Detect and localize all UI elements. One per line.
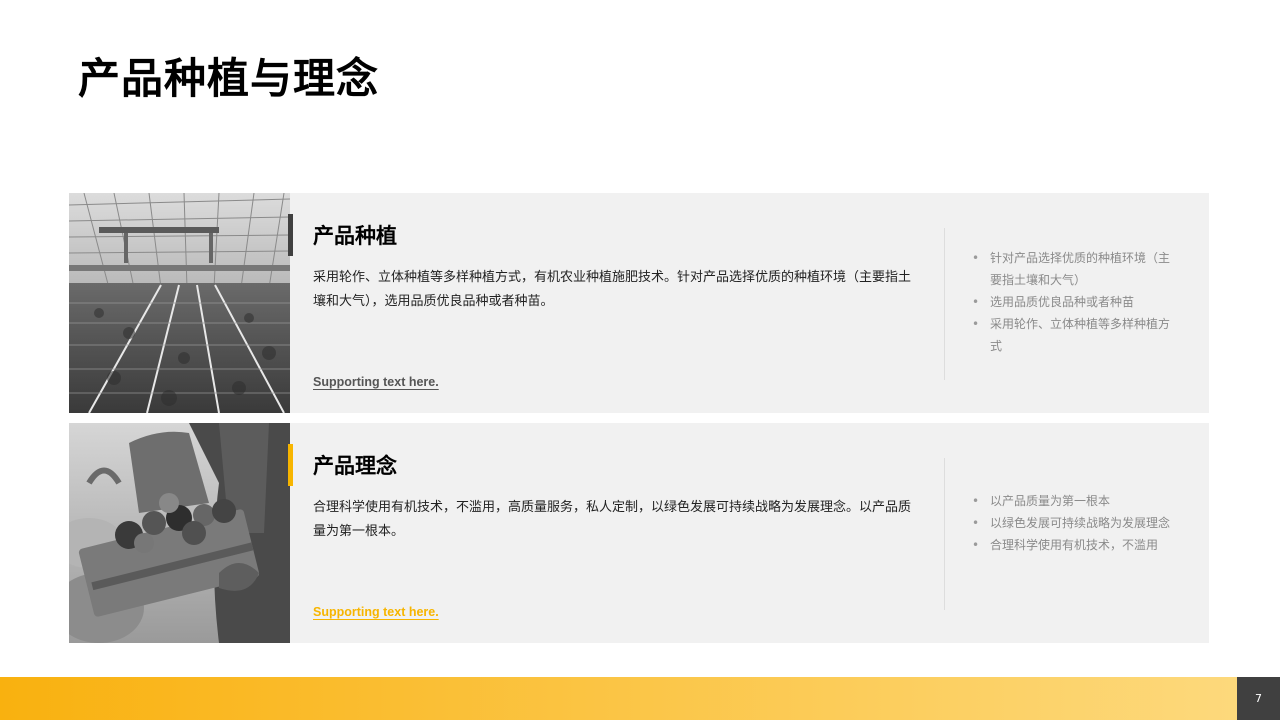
greenhouse-photo bbox=[69, 193, 290, 413]
accent-bar-dark bbox=[288, 214, 293, 256]
card-heading: 产品理念 bbox=[313, 454, 397, 478]
vertical-divider bbox=[944, 458, 945, 610]
planting-card: 产品种植 采用轮作、立体种植等多样种植方式，有机农业种植施肥技术。针对产品选择优… bbox=[69, 193, 1209, 413]
bullet-item: 以绿色发展可持续战略为发展理念 bbox=[969, 512, 1174, 534]
page-number: 7 bbox=[1237, 677, 1280, 720]
bullet-item: 选用品质优良品种或者种苗 bbox=[969, 291, 1174, 313]
slide-title: 产品种植与理念 bbox=[78, 54, 380, 103]
card-description: 采用轮作、立体种植等多样种植方式，有机农业种植施肥技术。针对产品选择优质的种植环… bbox=[313, 270, 912, 309]
philosophy-card: 产品理念 合理科学使用有机技术，不滥用，高质量服务，私人定制，以绿色发展可持续战… bbox=[69, 423, 1209, 643]
card-heading: 产品种植 bbox=[313, 224, 397, 248]
supporting-text-link[interactable]: Supporting text here. bbox=[313, 604, 439, 620]
vertical-divider bbox=[944, 228, 945, 380]
bullet-item: 针对产品选择优质的种植环境（主要指土壤和大气） bbox=[969, 247, 1174, 291]
bullet-item: 合理科学使用有机技术，不滥用 bbox=[969, 534, 1174, 556]
supporting-text-link[interactable]: Supporting text here. bbox=[313, 374, 439, 390]
accent-bar-yellow bbox=[288, 444, 293, 486]
bullet-item: 采用轮作、立体种植等多样种植方式 bbox=[969, 313, 1174, 357]
vegetable-crate-photo bbox=[69, 423, 290, 643]
bullet-list: 以产品质量为第一根本 以绿色发展可持续战略为发展理念 合理科学使用有机技术，不滥… bbox=[969, 490, 1174, 556]
bullet-list: 针对产品选择优质的种植环境（主要指土壤和大气） 选用品质优良品种或者种苗 采用轮… bbox=[969, 247, 1174, 357]
footer-gradient-bar bbox=[0, 677, 1237, 720]
bullet-item: 以产品质量为第一根本 bbox=[969, 490, 1174, 512]
card-description: 合理科学使用有机技术，不滥用，高质量服务，私人定制，以绿色发展可持续战略为发展理… bbox=[313, 500, 912, 539]
